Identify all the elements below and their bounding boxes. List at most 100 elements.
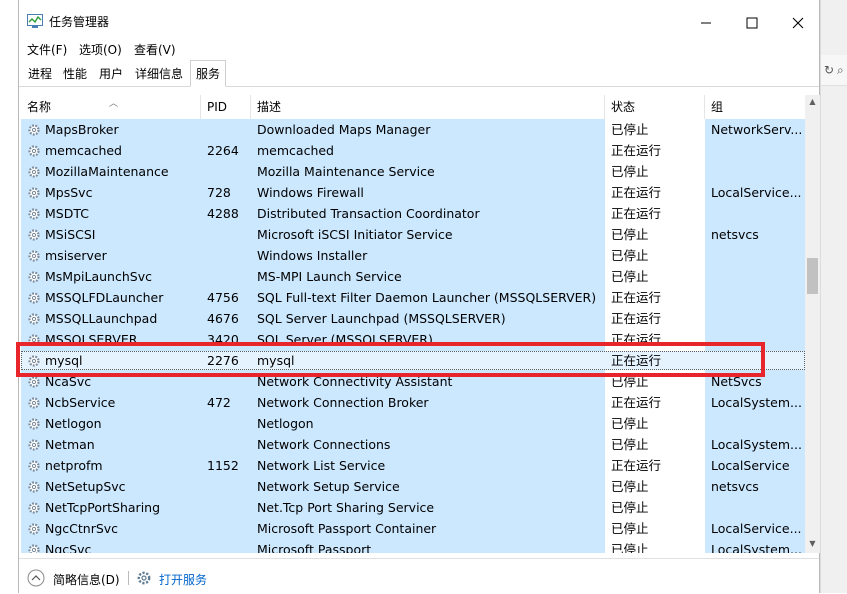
tab-processes[interactable]: 进程	[23, 63, 57, 85]
scroll-up-icon[interactable]: ▲	[805, 97, 820, 111]
service-gear-icon	[28, 397, 40, 409]
service-name: MpsSvc	[45, 185, 93, 200]
services-list: 名称 ︿ PID 描述 状态 组 MapsBroker Downloaded Ma…	[21, 95, 820, 553]
service-group	[711, 266, 803, 287]
column-pid[interactable]: PID	[201, 95, 251, 119]
menu-view[interactable]: 查看(V)	[134, 41, 176, 58]
column-description[interactable]: 描述	[251, 95, 605, 119]
maximize-icon	[746, 17, 758, 29]
table-row[interactable]: netprofm 1152 Network List Service 正在运行 Loca…	[21, 455, 805, 476]
background-window-edge: ↻ ⌕	[820, 0, 847, 593]
table-row[interactable]: msiserver Windows Installer 已停止	[21, 245, 805, 266]
open-services-link[interactable]: 打开服务	[159, 571, 207, 588]
service-status: 已停止	[611, 437, 649, 452]
service-gear-icon	[28, 376, 40, 388]
service-pid: 4288	[207, 206, 239, 221]
services-gear-icon	[137, 571, 151, 585]
service-status: 已停止	[611, 269, 649, 284]
service-name: NetSetupSvc	[45, 479, 126, 494]
column-group[interactable]: 组	[705, 95, 805, 119]
table-row[interactable]: MSiSCSI Microsoft iSCSI Initiator Service…	[21, 224, 805, 245]
table-row[interactable]: MsMpiLaunchSvc MS-MPI Launch Service 已停止	[21, 266, 805, 287]
service-description: Net.Tcp Port Sharing Service	[257, 500, 435, 515]
scrollbar-thumb[interactable]	[807, 258, 818, 294]
scroll-down-icon[interactable]: ▼	[805, 539, 820, 553]
service-description: Network Setup Service	[257, 479, 400, 494]
service-status: 正在运行	[611, 143, 662, 158]
collapse-chevron-icon[interactable]	[27, 569, 45, 587]
service-pid	[207, 497, 249, 518]
fewer-details-button[interactable]: 简略信息(D)	[53, 571, 120, 588]
service-group: netsvcs	[711, 227, 759, 242]
maximize-button[interactable]	[729, 8, 775, 38]
footer-divider	[128, 571, 129, 585]
service-group	[711, 161, 803, 182]
service-pid	[207, 245, 249, 266]
minimize-button[interactable]	[683, 8, 729, 38]
service-status: 已停止	[611, 227, 649, 242]
service-description: Windows Firewall	[257, 185, 364, 200]
red-highlight-annotation	[16, 342, 765, 377]
table-row[interactable]: MSSQLLaunchpad 4676 SQL Server Launchpad (…	[21, 308, 805, 329]
service-name: MSiSCSI	[45, 227, 96, 242]
service-description: Downloaded Maps Manager	[257, 122, 431, 137]
service-description: Microsoft Passport Container	[257, 521, 437, 536]
service-name: MapsBroker	[45, 122, 119, 137]
menu-file[interactable]: 文件(F)	[27, 41, 67, 58]
service-gear-icon	[28, 523, 40, 535]
service-description: Windows Installer	[257, 248, 368, 263]
column-status[interactable]: 状态	[605, 95, 705, 119]
service-group	[711, 497, 803, 518]
service-description: Netlogon	[257, 416, 314, 431]
table-row[interactable]: MapsBroker Downloaded Maps Manager 已停止 Netw…	[21, 119, 805, 140]
service-status: 正在运行	[611, 458, 662, 473]
table-row[interactable]: MozillaMaintenance Mozilla Maintenance Se…	[21, 161, 805, 182]
minimize-icon	[701, 22, 711, 24]
table-row[interactable]: MSDTC 4288 Distributed Transaction Coordin…	[21, 203, 805, 224]
service-name: netprofm	[45, 458, 103, 473]
service-pid: 4756	[207, 290, 239, 305]
table-row[interactable]: NgcSvc Microsoft Passport 已停止 LocalSystem..…	[21, 539, 805, 553]
table-row[interactable]: Netlogon Netlogon 已停止	[21, 413, 805, 434]
service-name: MSDTC	[45, 206, 89, 221]
service-status: 已停止	[611, 542, 649, 553]
table-row[interactable]: MpsSvc 728 Windows Firewall 正在运行 LocalServic…	[21, 182, 805, 203]
service-name: MozillaMaintenance	[45, 164, 169, 179]
service-description: SQL Server Launchpad (MSSQLSERVER)	[257, 311, 506, 326]
vertical-scrollbar[interactable]: ▲ ▼	[805, 95, 820, 553]
service-pid: 728	[207, 185, 231, 200]
task-manager-icon	[27, 14, 43, 28]
service-description: Network Connection Broker	[257, 395, 429, 410]
service-pid	[207, 518, 249, 539]
service-description: MS-MPI Launch Service	[257, 269, 402, 284]
service-status: 已停止	[611, 248, 649, 263]
column-name[interactable]: 名称 ︿	[21, 95, 201, 119]
service-gear-icon	[28, 460, 40, 472]
table-row[interactable]: NcbService 472 Network Connection Broker 正在…	[21, 392, 805, 413]
tab-services[interactable]: 服务	[190, 60, 227, 87]
column-name-label: 名称	[27, 100, 52, 114]
tab-details[interactable]: 详细信息	[130, 63, 188, 85]
tab-users[interactable]: 用户	[94, 63, 128, 85]
service-gear-icon	[28, 439, 40, 451]
menu-options[interactable]: 选项(O)	[79, 41, 122, 58]
service-status: 已停止	[611, 479, 649, 494]
table-row[interactable]: MSSQLFDLauncher 4756 SQL Full-text Filter …	[21, 287, 805, 308]
service-group	[711, 140, 803, 161]
service-pid	[207, 161, 249, 182]
service-pid: 2264	[207, 143, 239, 158]
close-button[interactable]	[775, 8, 821, 38]
table-row[interactable]: Netman Network Connections 已停止 LocalSystem.…	[21, 434, 805, 455]
service-group	[711, 413, 803, 434]
service-gear-icon	[28, 166, 40, 178]
table-row[interactable]: NgcCtnrSvc Microsoft Passport Container 已停…	[21, 518, 805, 539]
table-row[interactable]: NetSetupSvc Network Setup Service 已停止 netsv…	[21, 476, 805, 497]
tab-performance[interactable]: 性能	[58, 63, 92, 85]
service-description: Microsoft Passport	[257, 542, 372, 553]
service-description: memcached	[257, 143, 334, 158]
table-row[interactable]: memcached 2264 memcached 正在运行	[21, 140, 805, 161]
service-name: MsMpiLaunchSvc	[45, 269, 152, 284]
service-name: memcached	[45, 143, 122, 158]
column-header: 名称 ︿ PID 描述 状态 组	[21, 95, 805, 120]
table-row[interactable]: NetTcpPortSharing Net.Tcp Port Sharing Se…	[21, 497, 805, 518]
